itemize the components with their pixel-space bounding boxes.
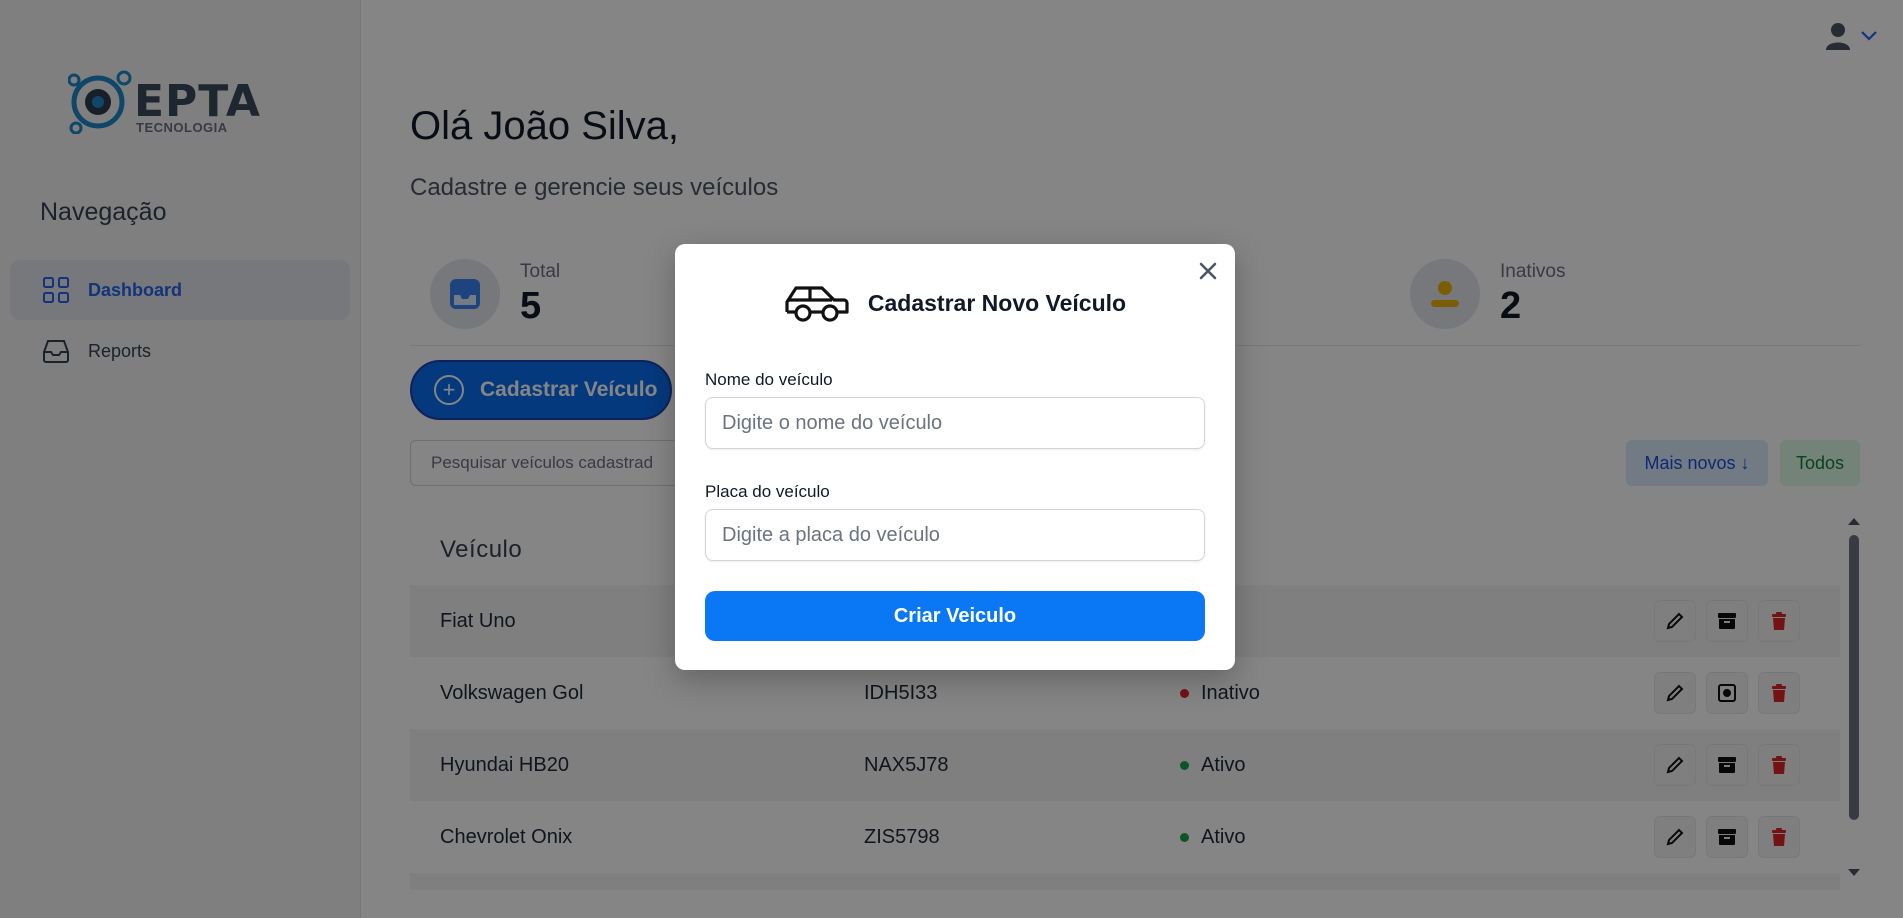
vehicle-plate-label: Placa do veículo [705,482,830,501]
modal-header: Cadastrar Novo Veículo [675,282,1235,324]
car-icon [785,286,849,322]
vehicle-name-label: Nome do veículo [705,370,833,389]
vehicle-name-input[interactable]: Digite o nome do veículo [705,397,1205,449]
vehicle-plate-placeholder: Digite a placa do veículo [722,523,940,546]
modal-title: Cadastrar Novo Veículo [867,289,1127,316]
close-icon [1199,262,1217,280]
vehicle-plate-input[interactable]: Digite a placa do veículo [705,509,1205,561]
create-vehicle-button[interactable]: Criar Veiculo [705,591,1205,641]
vehicle-name-placeholder: Digite o nome do veículo [722,411,943,434]
new-vehicle-modal: Cadastrar Novo Veículo Nome do veículo D… [675,244,1235,670]
